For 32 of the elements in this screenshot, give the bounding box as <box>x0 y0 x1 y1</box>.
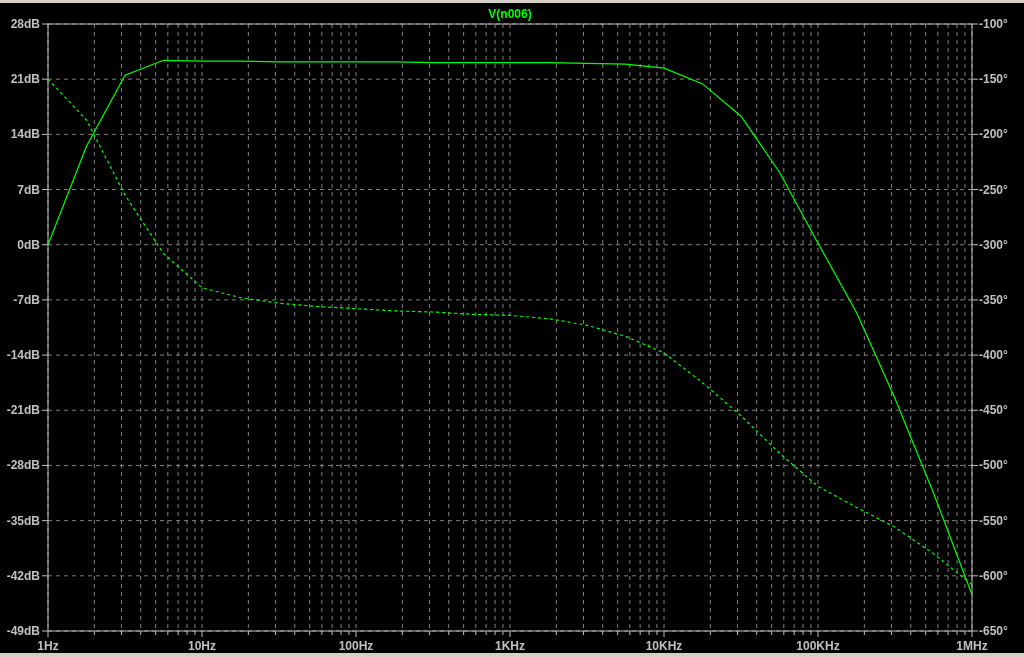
y-axis-tick-label: -7dB <box>13 292 40 307</box>
chart-title: V(n006) <box>488 7 532 21</box>
x-axis-tick-label: 1KHz <box>495 639 525 653</box>
phase-axis-tick-label: -400° <box>979 348 1008 363</box>
x-axis-tick-label: 100KHz <box>796 639 840 653</box>
y-axis-tick-label: -21dB <box>6 403 40 418</box>
phase-axis-tick-label: -300° <box>979 237 1008 252</box>
y-axis-tick-label: -49dB <box>6 624 40 638</box>
x-axis-tick-label: 100Hz <box>338 639 374 653</box>
phase-axis-tick-label: -100° <box>979 17 1008 31</box>
phase-axis-tick-label: -350° <box>979 292 1008 307</box>
y-axis-tick-label: -42dB <box>6 568 40 583</box>
x-axis-tick-label: 10Hz <box>188 639 216 653</box>
y-axis-tick-label: 7dB <box>17 182 40 197</box>
y-axis-tick-label: -14dB <box>6 348 40 363</box>
phase-axis-tick-label: -550° <box>979 513 1008 528</box>
x-axis-tick-label: 1MHz <box>956 639 988 653</box>
phase-axis-tick-label: -650° <box>979 624 1008 638</box>
y-axis-tick-label: -35dB <box>6 513 40 528</box>
phase-axis-tick-label: -500° <box>979 458 1008 473</box>
y-axis-tick-label: -28dB <box>6 458 40 473</box>
phase-axis-tick-label: -150° <box>979 72 1008 87</box>
phase-axis-tick-label: -200° <box>979 127 1008 142</box>
x-axis-tick-label: 10KHz <box>645 639 683 653</box>
y-axis-tick-label: 0dB <box>17 237 40 252</box>
y-axis-tick-label: 28dB <box>10 17 40 31</box>
phase-axis-tick-label: -250° <box>979 182 1008 197</box>
y-axis-tick-label: 21dB <box>10 72 40 87</box>
phase-axis-tick-label: -450° <box>979 403 1008 418</box>
phase-axis-tick-label: -600° <box>979 568 1008 583</box>
y-axis-tick-label: 14dB <box>10 127 40 142</box>
x-axis-tick-label: 1Hz <box>37 639 59 653</box>
